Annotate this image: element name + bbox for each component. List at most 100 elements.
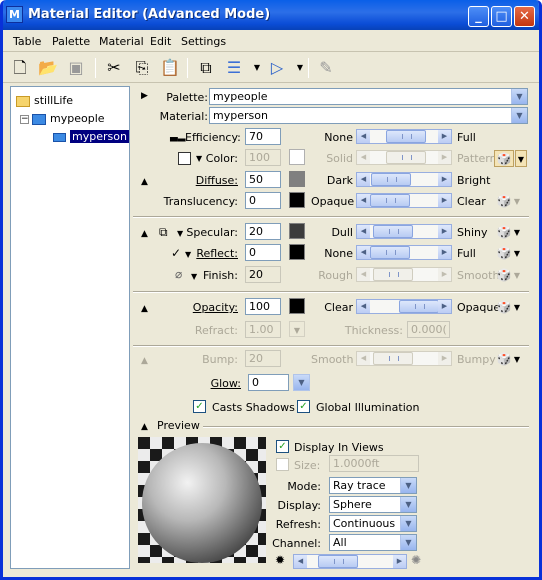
- diffuse-swatch[interactable]: [289, 171, 305, 187]
- efficiency-min-label: None: [324, 131, 353, 144]
- chevron-down-icon[interactable]: ▼: [515, 150, 527, 167]
- menu-settings[interactable]: Settings: [181, 35, 226, 48]
- mode-select[interactable]: Ray trace ▼: [329, 477, 417, 494]
- pointer-icon[interactable]: ▷: [266, 57, 288, 79]
- new-icon[interactable]: 🗋: [9, 57, 31, 79]
- chevron-down-icon[interactable]: ▼: [511, 299, 523, 316]
- refract-input[interactable]: 1.00: [245, 321, 281, 338]
- display-in-views-checkbox[interactable]: ✓: [276, 440, 289, 453]
- specular-swatch[interactable]: [289, 223, 305, 239]
- color-min-label: Solid: [326, 152, 353, 165]
- translucency-max-label: Clear: [457, 195, 486, 208]
- menu-palette[interactable]: Palette: [52, 35, 90, 48]
- cut-icon[interactable]: ✂: [103, 57, 125, 79]
- bump-min-label: Smooth: [311, 353, 354, 366]
- menu-table[interactable]: Table: [13, 35, 41, 48]
- collapse-section-icon[interactable]: ▲: [141, 422, 148, 432]
- tree-node-material[interactable]: myperson: [53, 130, 129, 143]
- reflect-swatch[interactable]: [289, 244, 305, 260]
- chevron-down-icon[interactable]: ▼: [511, 224, 523, 241]
- opacity-swatch[interactable]: [289, 298, 305, 314]
- material-preview: [138, 437, 266, 563]
- finish-label: Finish:: [202, 269, 238, 282]
- folder-icon: [16, 95, 30, 107]
- casts-shadows-checkbox[interactable]: ✓: [193, 400, 206, 413]
- material-select[interactable]: myperson ▼: [209, 107, 528, 124]
- efficiency-slider[interactable]: ◀ ▶: [356, 129, 452, 144]
- chevron-down-icon[interactable]: ▼: [511, 193, 523, 210]
- opacity-input[interactable]: 100: [245, 298, 281, 315]
- chevron-down-icon[interactable]: ▼: [511, 267, 523, 284]
- checkmark-icon: ✓: [171, 246, 182, 260]
- minimize-button[interactable]: _: [468, 6, 489, 27]
- collapse-section-icon[interactable]: ▲: [141, 304, 148, 314]
- reflect-slider[interactable]: ◀ ▶: [356, 245, 452, 260]
- diffuse-slider[interactable]: ◀ ▶: [356, 172, 452, 187]
- finish-slider[interactable]: ◀ ▶: [356, 267, 452, 282]
- display-select[interactable]: Sphere ▼: [329, 496, 417, 513]
- size-input[interactable]: 1.0000ft: [329, 455, 419, 472]
- thickness-input[interactable]: 0.000(: [407, 321, 450, 338]
- collapse-icon[interactable]: −: [20, 114, 29, 124]
- specular-min-label: Dull: [331, 226, 353, 239]
- tree-node-root[interactable]: stillLife: [16, 94, 73, 107]
- translucency-input[interactable]: 0: [245, 192, 281, 209]
- menu-edit[interactable]: Edit: [150, 35, 171, 48]
- channel-select[interactable]: All ▼: [329, 534, 417, 551]
- paste-icon[interactable]: 📋: [159, 57, 181, 79]
- layers-icon[interactable]: ☰: [223, 57, 245, 79]
- collapse-section-icon[interactable]: ▲: [141, 356, 148, 366]
- thickness-label: Thickness:: [344, 324, 403, 337]
- chevron-down-icon[interactable]: ▼: [177, 229, 183, 238]
- diffuse-input[interactable]: 50: [245, 171, 281, 188]
- color-swatch[interactable]: [289, 149, 305, 165]
- refresh-select[interactable]: Continuous ▼: [329, 515, 417, 532]
- palette-select[interactable]: mypeople ▼: [209, 88, 528, 105]
- global-illumination-checkbox[interactable]: ✓: [297, 400, 310, 413]
- pattern-map-icon[interactable]: 🎲: [494, 150, 514, 167]
- chevron-down-icon[interactable]: ▼: [289, 321, 305, 337]
- open-folder-icon[interactable]: 📂: [37, 57, 59, 79]
- material-icon: [53, 132, 66, 142]
- expand-icon[interactable]: ▶: [141, 91, 148, 101]
- tree-node-palette[interactable]: − mypeople: [20, 112, 105, 125]
- material-label: Material:: [159, 110, 208, 123]
- color-input[interactable]: 100: [245, 149, 281, 166]
- bump-input[interactable]: 20: [245, 350, 281, 367]
- size-checkbox[interactable]: [276, 458, 289, 471]
- chevron-down-icon[interactable]: ▼: [246, 57, 268, 79]
- collapse-section-icon[interactable]: ▲: [141, 229, 148, 239]
- maximize-button[interactable]: □: [491, 6, 512, 27]
- title-bar[interactable]: M Material Editor (Advanced Mode) _ □ ✕: [3, 0, 539, 30]
- specular-label: Specular:: [186, 226, 238, 239]
- efficiency-input[interactable]: 70: [245, 128, 281, 145]
- reflect-input[interactable]: 0: [245, 244, 281, 261]
- copy-icon[interactable]: ⎘: [131, 57, 153, 79]
- glow-input[interactable]: 0: [248, 374, 289, 391]
- divider: [203, 426, 529, 428]
- translucency-swatch[interactable]: [289, 192, 305, 208]
- translucency-slider[interactable]: ◀ ▶: [356, 193, 452, 208]
- chevron-down-icon[interactable]: ▼: [511, 245, 523, 262]
- chevron-down-icon: ▼: [400, 497, 416, 512]
- display-label: Display:: [277, 499, 321, 512]
- bump-label: Bump:: [202, 353, 238, 366]
- specular-slider[interactable]: ◀ ▶: [356, 224, 452, 239]
- finish-input[interactable]: 20: [245, 266, 281, 283]
- efficiency-label: Efficiency:: [185, 131, 241, 144]
- menu-bar: Table Palette Material Edit Settings: [3, 30, 539, 52]
- menu-material[interactable]: Material: [99, 35, 144, 48]
- chevron-down-icon[interactable]: ▼: [511, 351, 523, 368]
- bump-slider[interactable]: ◀ ▶: [356, 351, 452, 366]
- save-icon[interactable]: ▣: [65, 57, 87, 79]
- color-slider[interactable]: ◀ ▶: [356, 150, 452, 165]
- brightness-slider[interactable]: ◀ ▶: [293, 554, 407, 569]
- opacity-slider[interactable]: ◀ ▶: [356, 299, 452, 314]
- specular-input[interactable]: 20: [245, 223, 281, 240]
- collapse-section-icon[interactable]: ▲: [141, 177, 148, 187]
- palette-label: Palette:: [166, 91, 208, 104]
- edit-pen-icon[interactable]: ✎: [315, 57, 337, 79]
- close-button[interactable]: ✕: [514, 6, 535, 27]
- chevron-down-icon[interactable]: ▼: [293, 374, 310, 391]
- assign-icon[interactable]: ⧉: [195, 57, 217, 79]
